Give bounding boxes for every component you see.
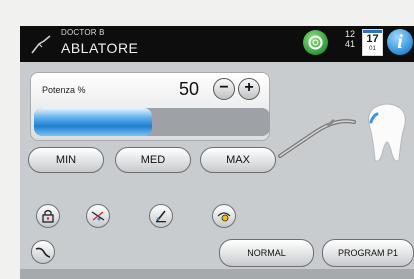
calendar-day: 17	[366, 33, 379, 45]
decrease-power-button[interactable]: −	[213, 78, 235, 100]
power-slider[interactable]	[34, 108, 270, 136]
power-panel: Potenza % 50 − +	[30, 72, 270, 141]
increase-power-button[interactable]: +	[238, 78, 260, 100]
top-bar: DOCTOR B ABLATORE 12 41 17 01 i	[20, 26, 414, 62]
power-label: Potenza %	[42, 85, 86, 95]
light-icon[interactable]	[212, 204, 236, 228]
med-preset-button[interactable]: MED	[115, 147, 191, 173]
device-screen: DOCTOR B ABLATORE 12 41 17 01 i Potenza …	[20, 26, 414, 279]
normal-mode-button[interactable]: NORMAL	[219, 239, 314, 267]
power-value: 50	[179, 79, 200, 99]
status-indicator-icon[interactable]	[303, 30, 328, 55]
handpiece-tip-icon[interactable]	[31, 240, 55, 264]
program-p1-button[interactable]: PROGRAM P1	[322, 239, 414, 267]
ring-icon	[308, 35, 323, 50]
min-preset-button[interactable]: MIN	[28, 147, 104, 173]
power-slider-fill	[34, 108, 152, 136]
info-button[interactable]: i	[387, 29, 413, 55]
calendar-month: 01	[369, 46, 376, 52]
irrigation-icon[interactable]	[149, 204, 173, 228]
scaler-handpiece-icon	[31, 35, 51, 54]
clock-hours: 12	[344, 29, 355, 39]
tooth-illustration	[368, 103, 406, 162]
mode-title: ABLATORE	[61, 40, 139, 56]
scaler-tip-illustration	[278, 118, 356, 158]
lock-icon[interactable]	[36, 204, 60, 228]
water-off-icon[interactable]	[86, 204, 110, 228]
clock: 12 41	[337, 29, 355, 49]
clock-minutes: 41	[344, 39, 355, 49]
bottom-strip	[20, 269, 414, 279]
device-label: DOCTOR B	[61, 28, 105, 37]
calendar-icon[interactable]: 17 01	[362, 29, 383, 56]
max-preset-button[interactable]: MAX	[200, 147, 276, 173]
